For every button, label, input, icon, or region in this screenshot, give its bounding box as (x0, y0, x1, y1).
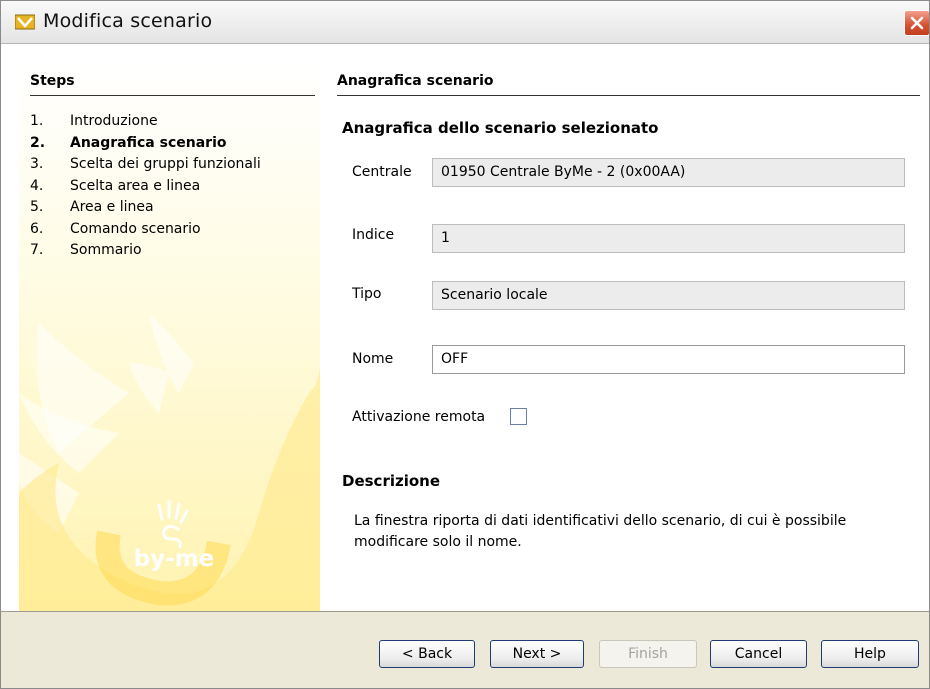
step-number: 1. (30, 113, 44, 129)
close-icon (910, 16, 924, 30)
finish-button[interactable]: Finish (599, 640, 697, 668)
close-button[interactable] (904, 10, 929, 36)
logo-text: by-me (134, 546, 215, 572)
step-label: Comando scenario (70, 220, 201, 237)
help-button[interactable]: Help (821, 640, 919, 668)
step-label: Introduzione (70, 113, 158, 129)
back-button[interactable]: < Back (379, 640, 475, 668)
window-title: Modifica scenario (43, 10, 213, 32)
step-number: 2. (30, 134, 46, 151)
centrale-label: Centrale (352, 164, 412, 180)
section-divider (337, 95, 920, 96)
section-title: Anagrafica scenario (337, 73, 494, 89)
centrale-field: 01950 Centrale ByMe - 2 (0x00AA) (432, 158, 905, 187)
indice-field: 1 (432, 224, 905, 253)
main-panel: Anagrafica scenario Anagrafica dello sce… (337, 63, 920, 583)
nome-label: Nome (352, 351, 394, 367)
step-label: Area e linea (70, 199, 154, 215)
step-number: 4. (30, 177, 44, 194)
tipo-label: Tipo (352, 286, 382, 302)
title-bar[interactable]: Modifica scenario (1, 1, 929, 44)
steps-panel: Steps 1. Introduzione 2. Anagrafica scenar… (19, 63, 320, 611)
byme-logo: by-me (134, 499, 215, 572)
button-bar: < Back Next > Finish Cancel Help (1, 611, 929, 688)
step-number: 5. (30, 199, 44, 215)
step-number: 7. (30, 242, 44, 258)
description-title: Descrizione (342, 472, 441, 490)
step-label: Anagrafica scenario (70, 134, 227, 151)
step-label: Scelta area e linea (70, 177, 201, 194)
step-label: Scelta dei gruppi funzionali (70, 156, 261, 172)
wizard-content: Steps 1. Introduzione 2. Anagrafica scenar… (1, 44, 929, 611)
remote-activation-label: Attivazione remota (352, 409, 486, 425)
indice-label: Indice (352, 227, 395, 243)
group-title: Anagrafica dello scenario selezionato (342, 119, 659, 137)
nome-input[interactable]: OFF (432, 345, 905, 374)
remote-activation-checkbox[interactable] (510, 408, 527, 425)
description-text: La finestra riporta di dati identificati… (354, 513, 847, 550)
cancel-button[interactable]: Cancel (710, 640, 807, 668)
next-button[interactable]: Next > (490, 640, 584, 668)
tipo-field: Scenario locale (432, 281, 905, 310)
step-number: 3. (30, 156, 44, 172)
steps-divider (30, 95, 315, 96)
wizard-window: Modifica scenario Steps 1. Introduzione … (0, 0, 930, 689)
step-label: Sommario (70, 242, 142, 258)
steps-heading: Steps (30, 73, 75, 89)
step-number: 6. (30, 220, 44, 237)
app-icon (15, 14, 35, 30)
